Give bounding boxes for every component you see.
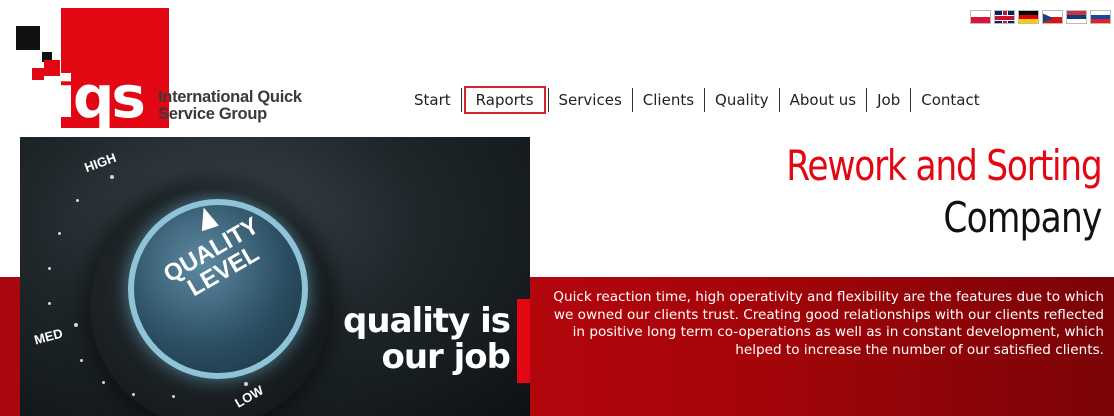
logo-tagline-line2: Service Group <box>158 105 267 123</box>
slovakia-flag-icon[interactable] <box>1090 10 1111 24</box>
hero-image: QUALITY LEVEL HIGH MED LOW quality is ou… <box>20 137 530 416</box>
dial-dot <box>76 199 79 202</box>
band-left-strip <box>0 277 20 416</box>
uk-flag-icon[interactable] <box>994 10 1015 24</box>
dial-label-high: HIGH <box>82 149 119 176</box>
intro-text: Quick reaction time, high operativity an… <box>553 289 1104 358</box>
main-nav: Start Raports Services Clients Quality A… <box>404 86 990 114</box>
dial-dot <box>58 232 61 235</box>
nav-item-contact[interactable]: Contact <box>911 90 989 110</box>
page-heading: Rework and Sorting Company <box>717 140 1104 244</box>
nav-item-services[interactable]: Services <box>549 90 632 110</box>
heading-line2: Company <box>943 193 1103 242</box>
dial-dot <box>48 302 51 305</box>
nav-divider <box>460 88 462 112</box>
language-switcher <box>970 10 1111 24</box>
nav-item-clients[interactable]: Clients <box>633 90 704 110</box>
logo-letters: iqs <box>56 63 146 131</box>
germany-flag-icon[interactable] <box>1018 10 1039 24</box>
logo-square-red-small <box>32 68 44 80</box>
dial-label-med: MED <box>32 325 65 348</box>
logo-tagline: International Quick Service Group <box>158 89 302 123</box>
dial-dot <box>48 267 51 270</box>
hero-motto: quality is our job <box>320 301 511 377</box>
site-logo[interactable]: iqs International Quick Service Group <box>16 4 316 128</box>
nav-item-about-us[interactable]: About us <box>780 90 866 110</box>
serbia-flag-icon[interactable] <box>1066 10 1087 24</box>
dial-dot <box>74 323 78 327</box>
hero-motto-line2: our job <box>381 337 511 377</box>
logo-tagline-line1: International Quick <box>158 88 302 106</box>
czech-flag-icon[interactable] <box>1042 10 1063 24</box>
heading-line1: Rework and Sorting <box>786 141 1104 190</box>
motto-accent-bar <box>517 299 530 383</box>
dial-dot <box>132 393 135 396</box>
logo-square-black <box>16 26 40 50</box>
nav-item-quality[interactable]: Quality <box>705 90 779 110</box>
dial-dot <box>80 359 83 362</box>
dial-dot <box>172 395 175 398</box>
dial-dot <box>102 381 105 384</box>
nav-item-job[interactable]: Job <box>867 90 910 110</box>
dial-dot <box>110 175 114 179</box>
nav-item-start[interactable]: Start <box>404 90 461 110</box>
nav-item-raports[interactable]: Raports <box>463 86 546 114</box>
intro-band: Quick reaction time, high operativity an… <box>530 277 1114 416</box>
dial-dot <box>244 382 248 386</box>
poland-flag-icon[interactable] <box>970 10 991 24</box>
hero-motto-line1: quality is <box>343 301 511 341</box>
